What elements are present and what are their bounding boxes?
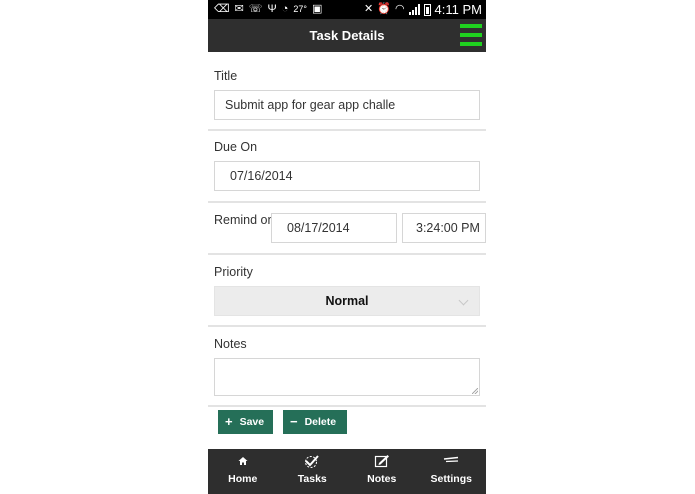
bottom-nav: Home Tasks Notes Settings — [208, 449, 486, 494]
mute-icon: ✕ — [364, 3, 374, 15]
page-title: Task Details — [309, 28, 385, 43]
save-button-label: Save — [239, 416, 265, 428]
system-icons: ✕ ⏰ ◠ 4:11 PM — [364, 2, 482, 17]
home-icon — [208, 454, 278, 468]
status-bar: ⌫ ✉ ☏ Ψ ◔ 27° ▣ ✕ ⏰ ◠ 4:11 PM — [208, 0, 486, 19]
divider — [208, 129, 486, 131]
notes-label: Notes — [214, 337, 247, 351]
remind-on-label: Remind on — [214, 213, 275, 227]
clock: 4:11 PM — [434, 2, 482, 17]
signal-icon — [408, 4, 420, 15]
delete-button[interactable]: − Delete — [283, 410, 347, 434]
nav-label-settings: Settings — [430, 473, 472, 485]
tasks-icon — [278, 454, 348, 468]
mail-icon: ✉ — [234, 3, 244, 15]
divider — [208, 325, 486, 327]
usb-icon: Ψ — [267, 3, 277, 15]
delete-button-label: Delete — [304, 416, 337, 428]
minus-icon: − — [290, 414, 298, 429]
nav-item-tasks[interactable]: Tasks — [278, 449, 348, 494]
nav-label-tasks: Tasks — [297, 473, 327, 485]
notes-icon — [347, 454, 417, 468]
back-notification-icon: ⌫ — [214, 3, 230, 15]
title-label: Title — [214, 69, 238, 83]
missed-call-icon: ☏ — [248, 3, 263, 15]
divider — [208, 253, 486, 255]
divider — [208, 405, 486, 407]
remind-time-input[interactable]: 3:24:00 PM — [402, 213, 486, 243]
temperature: 27° — [293, 4, 308, 14]
priority-select[interactable]: Normal — [214, 286, 480, 316]
chevron-down-icon — [458, 295, 469, 306]
title-input[interactable]: Submit app for gear app challe — [214, 90, 480, 120]
remind-date-input[interactable]: 08/17/2014 — [271, 213, 397, 243]
app-header: Task Details — [208, 19, 486, 52]
phone-screen: ⌫ ✉ ☏ Ψ ◔ 27° ▣ ✕ ⏰ ◠ 4:11 PM Task Detai… — [208, 0, 486, 494]
alarm-icon: ⏰ — [377, 3, 391, 15]
nav-item-settings[interactable]: Settings — [417, 449, 487, 494]
settings-icon — [417, 454, 487, 468]
due-date-input[interactable]: 07/16/2014 — [214, 161, 480, 191]
nav-item-notes[interactable]: Notes — [347, 449, 417, 494]
save-button[interactable]: + Save — [218, 410, 273, 434]
plus-icon: + — [225, 414, 233, 429]
nav-item-home[interactable]: Home — [208, 449, 278, 494]
battery-icon — [423, 3, 431, 16]
nav-label-notes: Notes — [367, 473, 397, 485]
rss-icon: ◔ — [281, 3, 289, 15]
priority-value: Normal — [325, 294, 369, 308]
resize-handle-icon[interactable] — [472, 388, 478, 394]
due-on-label: Due On — [214, 140, 258, 154]
flipboard-icon: ▣ — [312, 3, 323, 15]
nav-label-home: Home — [228, 473, 258, 485]
divider — [208, 201, 486, 203]
priority-label: Priority — [214, 265, 253, 279]
hamburger-menu-icon[interactable] — [460, 24, 482, 46]
notes-textarea[interactable] — [214, 358, 480, 396]
wifi-icon: ◠ — [394, 3, 405, 15]
notification-icons: ⌫ ✉ ☏ Ψ ◔ 27° ▣ — [214, 2, 322, 17]
